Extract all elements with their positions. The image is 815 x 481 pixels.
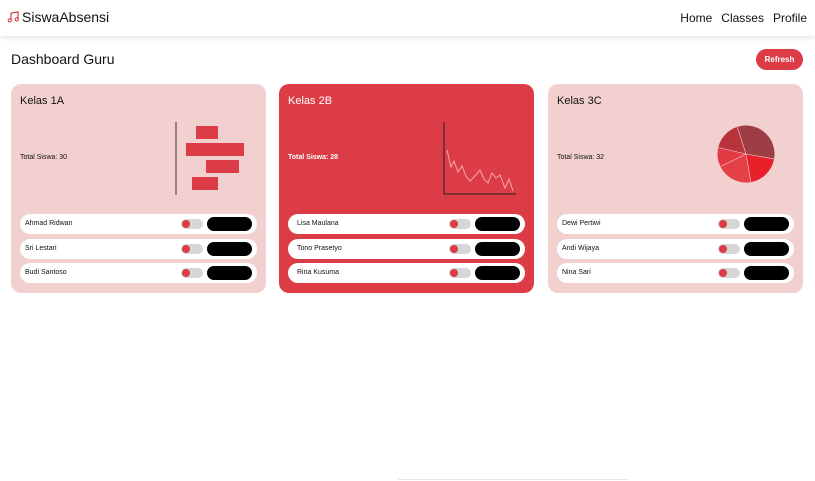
bar-chart-thumbnail [175, 122, 244, 195]
attendance-toggle[interactable] [181, 219, 203, 229]
class-title: Kelas 3C [557, 95, 602, 107]
student-name: Dewi Pertiwi [562, 220, 601, 227]
class-title: Kelas 1A [20, 95, 65, 107]
attendance-toggle[interactable] [718, 268, 740, 278]
navbar: SiswaAbsensi Home Classes Profile [0, 0, 815, 36]
class-card-1a[interactable]: Kelas 1A Total Siswa: 30 Ahmad Ridwan Sr… [11, 84, 266, 293]
attendance-toggle[interactable] [181, 244, 203, 254]
class-card-3c[interactable]: Kelas 3C Total Siswa: 32 Dewi Pertiwi An… [548, 84, 803, 293]
student-row[interactable]: Ahmad Ridwan [20, 214, 257, 234]
attendance-toggle[interactable] [718, 244, 740, 254]
status-pill[interactable] [475, 217, 520, 231]
pie-chart-thumbnail [717, 125, 775, 183]
status-pill[interactable] [744, 266, 789, 280]
student-name: Ahmad Ridwan [25, 220, 73, 227]
brand[interactable]: SiswaAbsensi [7, 9, 109, 25]
status-pill[interactable] [475, 242, 520, 256]
total-students: Total Siswa: 32 [557, 154, 605, 161]
student-name: Nina Sari [562, 269, 591, 276]
status-pill[interactable] [207, 266, 252, 280]
toggle-knob [182, 220, 190, 228]
attendance-toggle[interactable] [718, 219, 740, 229]
status-pill[interactable] [475, 266, 520, 280]
class-card-2b[interactable]: Kelas 2B Total Siswa: 28 Lisa Maulana To… [279, 84, 534, 293]
toggle-knob [450, 245, 458, 253]
student-row[interactable]: Rina Kusuma [288, 263, 525, 283]
student-name: Andi Wijaya [562, 245, 599, 252]
total-students: Total Siswa: 30 [20, 154, 68, 161]
student-name: Tono Prasetyo [297, 245, 342, 252]
nav-classes[interactable]: Classes [721, 11, 764, 25]
status-pill[interactable] [744, 242, 789, 256]
student-row[interactable]: Sri Lestari [20, 239, 257, 259]
line-chart-thumbnail [443, 122, 516, 195]
total-students: Total Siswa: 28 [288, 154, 339, 161]
attendance-toggle[interactable] [449, 244, 471, 254]
student-name: Rina Kusuma [297, 269, 340, 276]
status-pill[interactable] [207, 217, 252, 231]
toggle-knob [719, 269, 727, 277]
student-row[interactable]: Nina Sari [557, 263, 794, 283]
student-row[interactable]: Dewi Pertiwi [557, 214, 794, 234]
student-name: Sri Lestari [25, 245, 57, 252]
music-note-icon [7, 11, 19, 23]
toggle-knob [182, 269, 190, 277]
nav-profile[interactable]: Profile [773, 11, 807, 25]
refresh-button[interactable]: Refresh [756, 49, 803, 70]
status-pill[interactable] [744, 217, 789, 231]
brand-name: SiswaAbsensi [22, 9, 110, 25]
student-row[interactable]: Lisa Maulana [288, 214, 525, 234]
toggle-knob [450, 269, 458, 277]
nav-links: Home Classes Profile [671, 11, 807, 25]
attendance-toggle[interactable] [449, 219, 471, 229]
student-name: Lisa Maulana [297, 220, 339, 227]
attendance-toggle[interactable] [181, 268, 203, 278]
student-row[interactable]: Tono Prasetyo [288, 239, 525, 259]
page-title: Dashboard Guru [11, 51, 115, 67]
student-row[interactable]: Budi Santoso [20, 263, 257, 283]
student-name: Budi Santoso [25, 269, 67, 276]
toggle-knob [719, 220, 727, 228]
divider [398, 479, 628, 480]
toggle-knob [719, 245, 727, 253]
class-title: Kelas 2B [288, 95, 333, 107]
status-pill[interactable] [207, 242, 252, 256]
nav-home[interactable]: Home [680, 11, 712, 25]
attendance-toggle[interactable] [449, 268, 471, 278]
toggle-knob [450, 220, 458, 228]
student-row[interactable]: Andi Wijaya [557, 239, 794, 259]
toggle-knob [182, 245, 190, 253]
